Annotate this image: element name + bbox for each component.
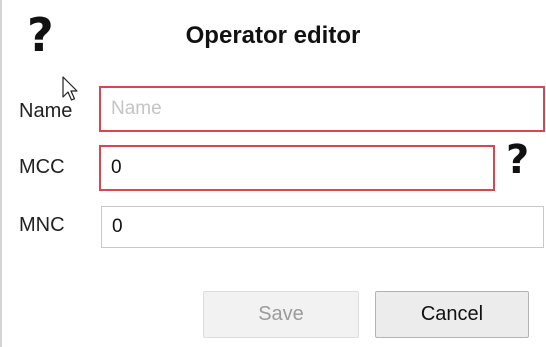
dialog-title: Operator editor	[185, 22, 361, 49]
name-field[interactable]	[99, 86, 545, 132]
mouse-pointer-icon	[62, 76, 78, 101]
mnc-field[interactable]	[101, 206, 544, 248]
save-button[interactable]: Save	[203, 291, 359, 338]
operator-editor-dialog: ? Operator editor Name MCC ? MNC Save Ca…	[0, 0, 546, 347]
name-label: Name	[19, 100, 73, 122]
dialog-border	[0, 0, 2, 347]
mcc-question-mark-icon[interactable]: ?	[506, 140, 529, 180]
cancel-button[interactable]: Cancel	[375, 291, 529, 338]
mnc-label: MNC	[19, 214, 65, 236]
mcc-field[interactable]	[99, 145, 495, 191]
mcc-label: MCC	[19, 156, 65, 178]
